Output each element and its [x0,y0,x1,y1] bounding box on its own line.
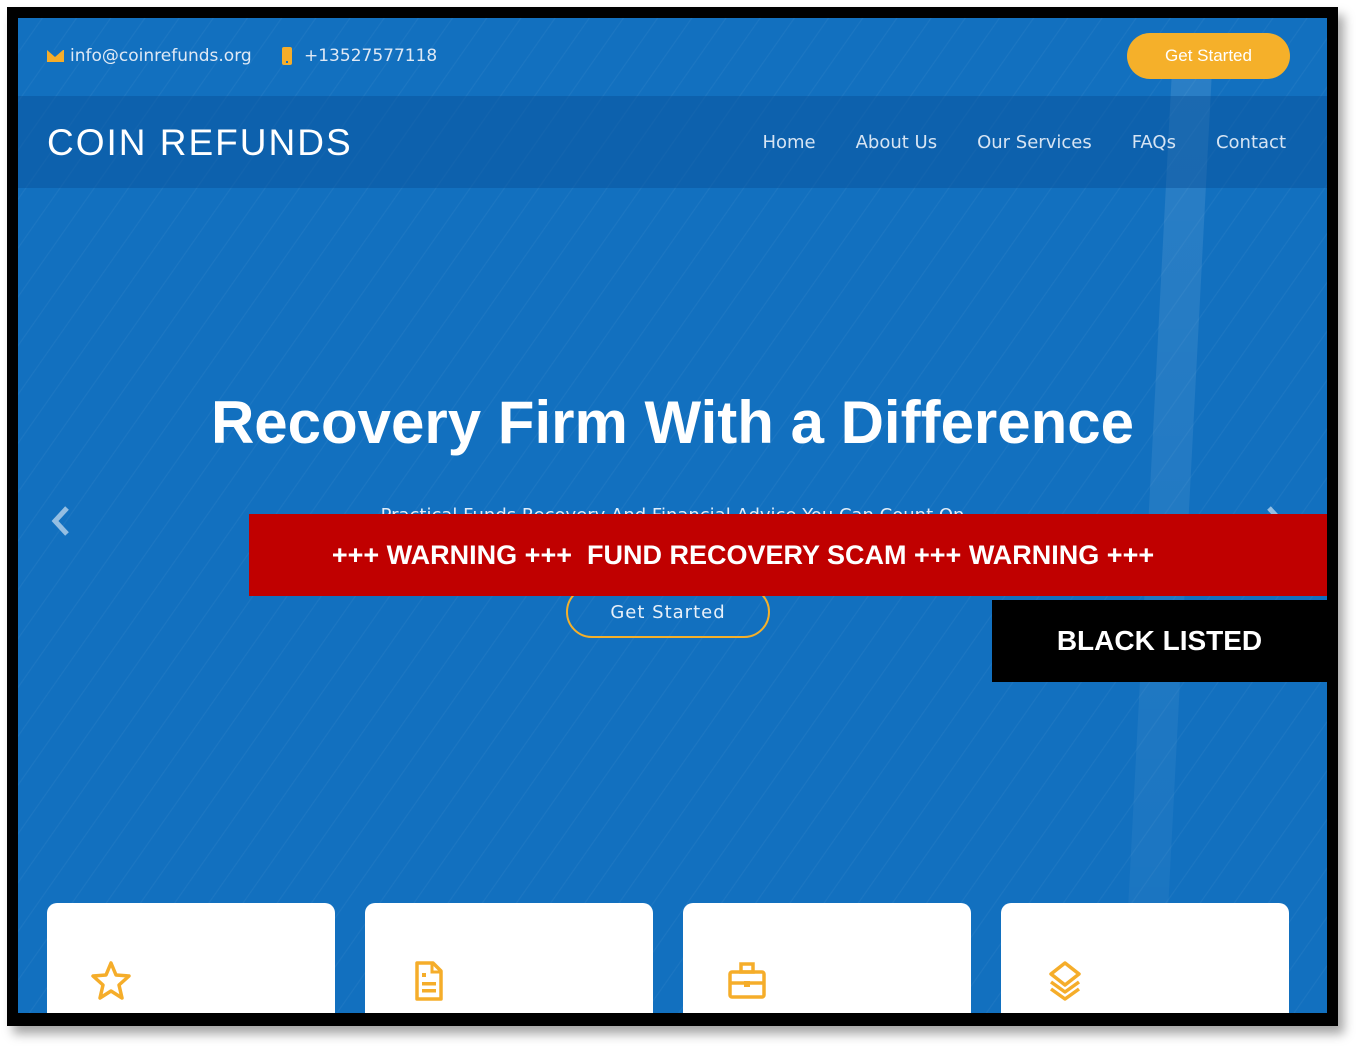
nav-faqs[interactable]: FAQs [1132,132,1176,153]
blacklisted-badge: BLACK LISTED [992,600,1327,682]
site-logo[interactable]: COIN REFUNDS [47,122,353,164]
navbar: COIN REFUNDS Home About Us Our Services … [18,96,1327,188]
nav-home[interactable]: Home [762,132,815,153]
scam-warning-text: +++ WARNING +++ FUND RECOVERY SCAM +++ W… [331,539,1155,570]
briefcase-icon [728,962,766,999]
nav-our-services[interactable]: Our Services [977,132,1092,153]
get-started-top-button[interactable]: Get Started [1127,33,1290,79]
layers-icon [1049,961,1081,1001]
scam-warning-banner: +++ WARNING +++ FUND RECOVERY SCAM +++ W… [249,514,1327,596]
email-text[interactable]: info@coinrefunds.org [70,46,252,66]
nav-contact[interactable]: Contact [1216,132,1286,153]
mail-icon [47,50,64,62]
top-bar: info@coinrefunds.org +13527577118 Get St… [18,18,1327,96]
hero-title: Recovery Firm With a Difference [210,389,1135,456]
star-icon [91,961,131,1000]
main-nav: Home About Us Our Services FAQs Contact [762,132,1286,153]
document-icon [415,961,443,1001]
feature-card[interactable] [683,903,971,1013]
contact-email[interactable]: info@coinrefunds.org [47,46,252,66]
feature-card[interactable] [1001,903,1289,1013]
nav-about-us[interactable]: About Us [856,132,938,153]
carousel-prev-button[interactable] [50,504,72,545]
phone-icon [282,47,292,65]
feature-card[interactable] [47,903,335,1013]
website-viewport: info@coinrefunds.org +13527577118 Get St… [18,18,1327,1013]
chevron-left-icon [51,506,69,536]
blacklisted-text: BLACK LISTED [1056,625,1263,656]
contact-phone[interactable]: +13527577118 [282,46,437,66]
phone-text[interactable]: +13527577118 [304,46,437,66]
feature-card[interactable] [365,903,653,1013]
feature-cards [47,903,1289,1013]
